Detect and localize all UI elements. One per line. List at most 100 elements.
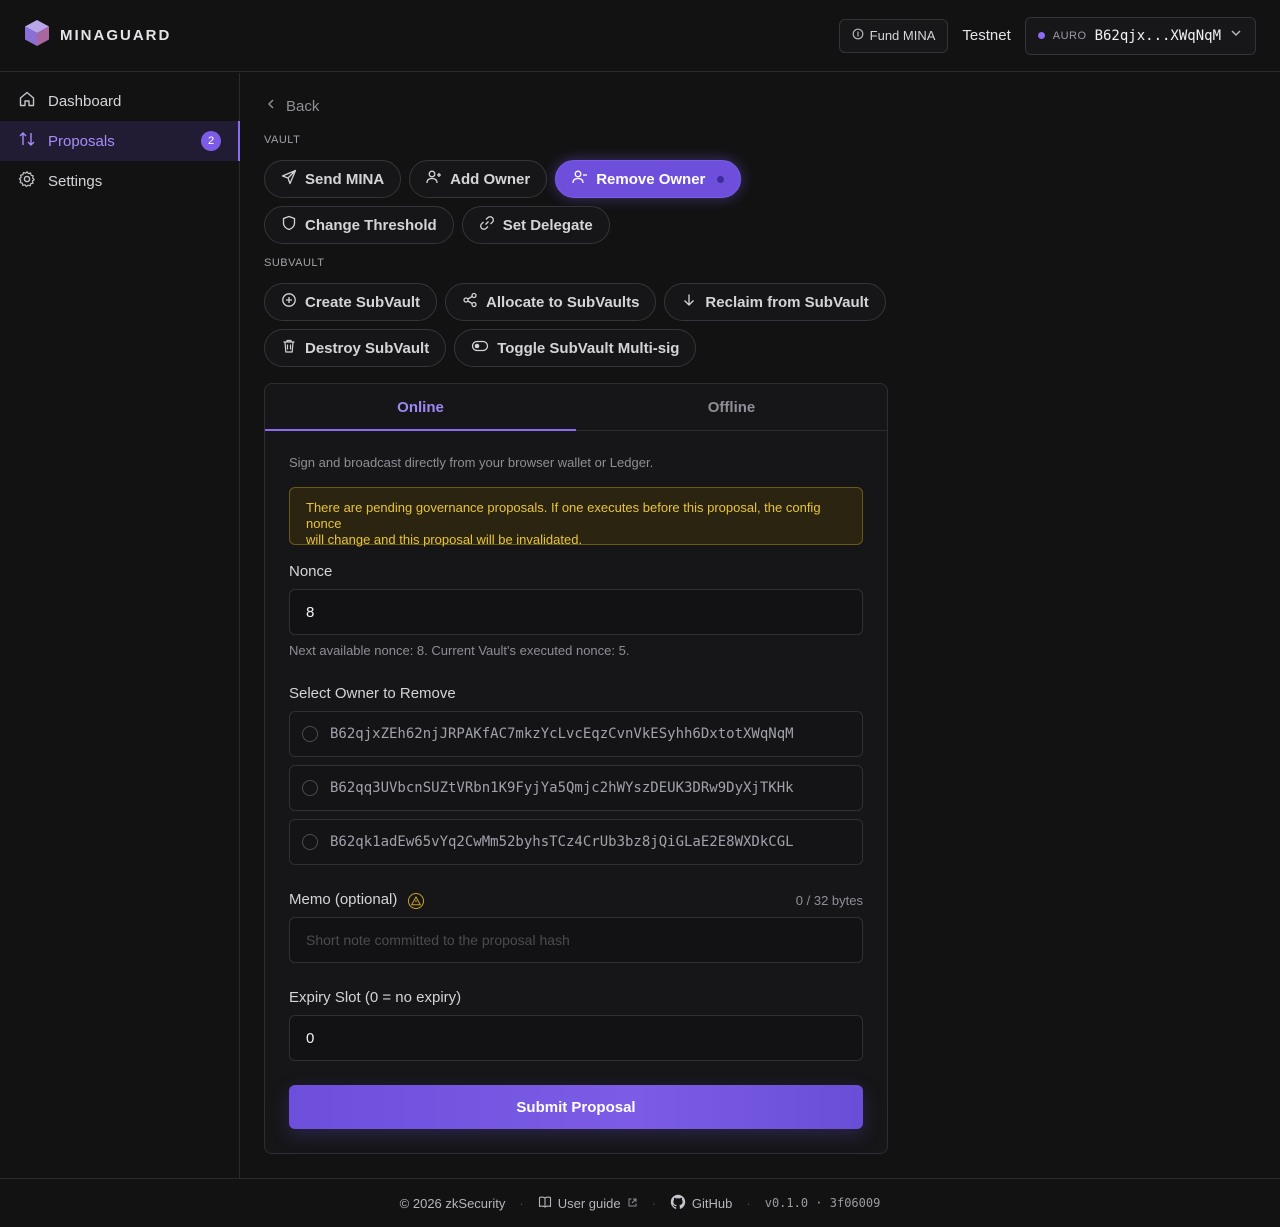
arrows-updown-icon — [18, 130, 36, 152]
proposal-form-card: Online Offline Sign and broadcast direct… — [264, 383, 888, 1154]
share-icon — [462, 292, 478, 312]
allocate-to-subvaults-button[interactable]: Allocate to SubVaults — [445, 283, 657, 321]
submit-proposal-button[interactable]: Submit Proposal — [289, 1085, 863, 1129]
back-label: Back — [286, 97, 320, 115]
wallet-provider-tag: AURO — [1052, 29, 1087, 42]
github-link[interactable]: GitHub — [670, 1194, 732, 1213]
set-delegate-label: Set Delegate — [502, 216, 593, 234]
app-version: v0.1.0 · 3f06009 — [764, 1196, 881, 1210]
create-subvault-label: Create SubVault — [305, 293, 421, 311]
subvault-section-label: SUBVAULT — [264, 257, 325, 269]
nonce-hint: Next available nonce: 8. Current Vault's… — [289, 643, 630, 658]
reclaim-label: Reclaim from SubVault — [705, 293, 869, 311]
toggle-subvault-multisig-button[interactable]: Toggle SubVault Multi-sig — [454, 329, 697, 367]
shield-icon — [281, 215, 297, 235]
send-mina-label: Send MINA — [305, 170, 385, 188]
memo-label: Memo (optional) — [289, 891, 398, 908]
warning-line-1: There are pending governance proposals. … — [306, 500, 821, 531]
separator: · — [651, 1195, 656, 1211]
minaguard-logo-icon — [24, 19, 50, 52]
arrow-down-icon — [681, 292, 697, 312]
chevron-down-icon — [1229, 26, 1243, 45]
user-guide-link[interactable]: User guide — [538, 1195, 638, 1212]
sidebar-item-settings[interactable]: Settings — [0, 161, 239, 201]
user-guide-label: User guide — [557, 1195, 621, 1211]
nonce-label: Nonce — [289, 563, 333, 580]
reclaim-from-subvault-button[interactable]: Reclaim from SubVault — [664, 283, 886, 321]
sidebar-item-label: Settings — [48, 172, 103, 190]
owner-address: B62qjxZEh62njJRPAKfAC7mkzYcLvcEqzCvnVkES… — [330, 726, 794, 742]
pending-proposals-warning: There are pending governance proposals. … — [289, 487, 863, 547]
add-owner-label: Add Owner — [450, 170, 531, 188]
sidebar-item-proposals[interactable]: Proposals 2 — [0, 121, 240, 161]
separator: · — [746, 1195, 751, 1211]
selected-indicator-dot — [717, 175, 725, 183]
brand[interactable]: MINAGUARD — [24, 19, 171, 52]
owner-select-label: Select Owner to Remove — [289, 685, 456, 702]
sidebar-item-label: Dashboard — [48, 92, 122, 110]
set-delegate-button[interactable]: Set Delegate — [461, 206, 610, 244]
link-icon — [479, 215, 495, 235]
radio-button[interactable] — [302, 780, 318, 796]
send-mina-button[interactable]: Send MINA — [264, 160, 402, 198]
signing-mode-tabs: Online Offline — [265, 384, 887, 431]
destroy-subvault-button[interactable]: Destroy SubVault — [264, 329, 447, 367]
fund-mina-label: Fund MINA — [869, 28, 936, 43]
nonce-input[interactable]: 8 — [289, 589, 863, 635]
destroy-subvault-label: Destroy SubVault — [305, 339, 430, 357]
proposals-count-badge: 2 — [201, 131, 221, 151]
wallet-selector[interactable]: AURO B62qjx...XWqNqM — [1024, 16, 1256, 55]
github-icon — [670, 1194, 686, 1213]
network-label: Testnet — [962, 27, 1011, 44]
user-plus-icon — [426, 169, 442, 189]
user-minus-icon — [572, 169, 588, 189]
owner-option[interactable]: B62qq3UVbcnSUZtVRbn1K9FyjYa5Qmjc2hWYszDE… — [289, 765, 863, 811]
online-hint: Sign and broadcast directly from your br… — [289, 455, 654, 470]
change-threshold-button[interactable]: Change Threshold — [264, 206, 454, 244]
external-link-icon — [627, 1196, 638, 1211]
copyright: © 2026 zkSecurity — [399, 1195, 506, 1211]
memo-label-row: Memo (optional) — [289, 891, 424, 909]
home-icon — [18, 90, 36, 112]
owner-option[interactable]: B62qjxZEh62njJRPAKfAC7mkzYcLvcEqzCvnVkES… — [289, 711, 863, 757]
expiry-slot-input[interactable]: 0 — [289, 1015, 863, 1061]
tab-offline[interactable]: Offline — [576, 384, 887, 430]
send-icon — [281, 169, 297, 189]
sidebar-item-dashboard[interactable]: Dashboard — [0, 81, 239, 121]
trash-icon — [281, 338, 297, 358]
add-owner-button[interactable]: Add Owner — [409, 160, 548, 198]
tab-online[interactable]: Online — [265, 384, 576, 431]
radio-button[interactable] — [302, 834, 318, 850]
vault-section-label: VAULT — [264, 134, 301, 146]
plus-circle-icon — [281, 292, 297, 312]
warning-icon[interactable] — [407, 893, 424, 909]
owner-option[interactable]: B62qk1adEw65vYq2CwMm52byhsTCz4CrUb3bz8jQ… — [289, 819, 863, 865]
warning-line-2: will change and this proposal will be in… — [306, 532, 583, 547]
radio-button[interactable] — [302, 726, 318, 742]
back-link[interactable]: Back — [264, 97, 319, 115]
wallet-status-dot — [1037, 32, 1045, 39]
expiry-label: Expiry Slot (0 = no expiry) — [289, 989, 462, 1006]
sidebar: Dashboard Proposals 2 Settings — [0, 73, 240, 1178]
separator: · — [519, 1195, 524, 1211]
allocate-label: Allocate to SubVaults — [486, 293, 640, 311]
sidebar-item-label: Proposals — [48, 132, 115, 150]
create-subvault-button[interactable]: Create SubVault — [264, 283, 438, 321]
owner-address: B62qk1adEw65vYq2CwMm52byhsTCz4CrUb3bz8jQ… — [330, 834, 794, 850]
book-icon — [538, 1195, 552, 1212]
wallet-address: B62qjx...XWqNqM — [1094, 27, 1221, 44]
remove-owner-button[interactable]: Remove Owner — [555, 160, 742, 198]
github-label: GitHub — [691, 1195, 733, 1211]
change-threshold-label: Change Threshold — [305, 216, 437, 234]
chevron-left-icon — [264, 97, 278, 115]
top-bar: MINAGUARD Fund MINA Testnet AURO B62qjx.… — [0, 0, 1280, 72]
toggle-icon — [471, 338, 489, 358]
remove-owner-label: Remove Owner — [596, 170, 706, 188]
fund-mina-button[interactable]: Fund MINA — [838, 18, 949, 53]
memo-byte-counter: 0 / 32 bytes — [795, 893, 863, 908]
coin-icon — [852, 28, 864, 43]
gear-icon — [18, 170, 36, 192]
toggle-multisig-label: Toggle SubVault Multi-sig — [497, 339, 680, 357]
memo-input[interactable]: Short note committed to the proposal has… — [289, 917, 863, 963]
footer: © 2026 zkSecurity · User guide · GitHub … — [0, 1178, 1280, 1227]
